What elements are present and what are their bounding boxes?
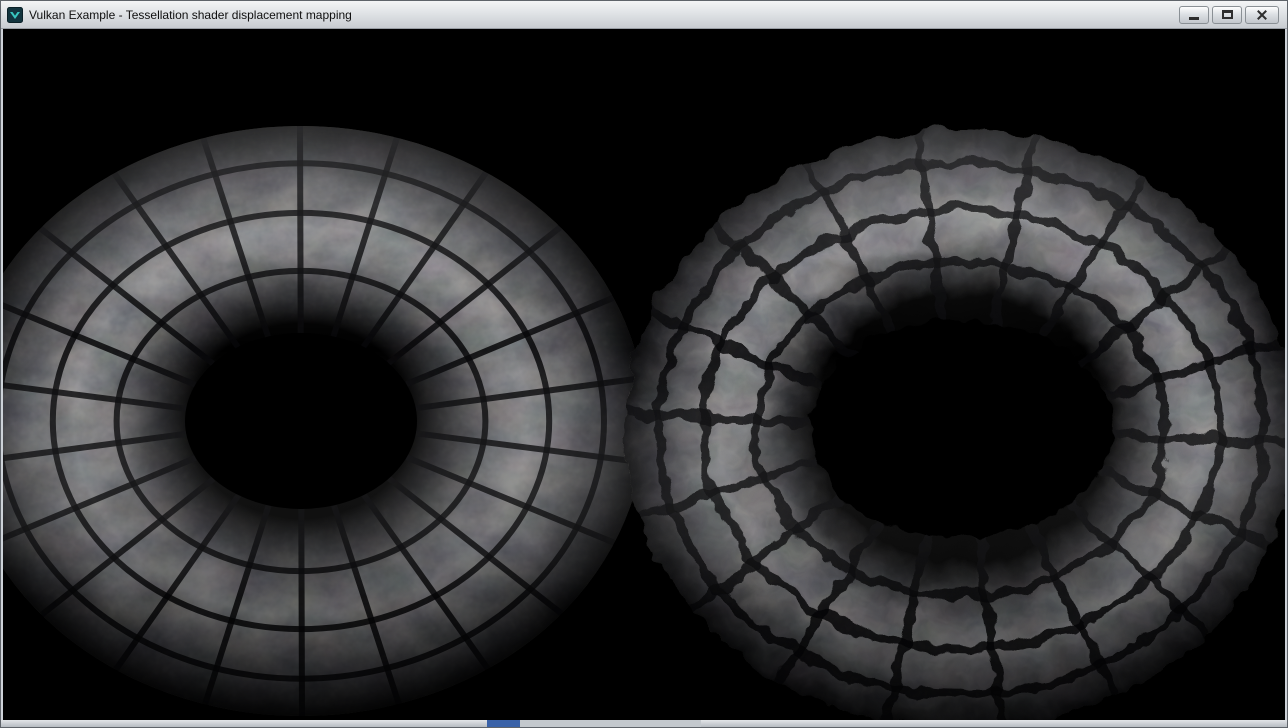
- window-controls: [1179, 6, 1281, 24]
- minimize-button[interactable]: [1179, 6, 1209, 24]
- vulkan-example-window: Vulkan Example - Tessellation shader dis…: [0, 0, 1288, 728]
- minimize-icon: [1189, 17, 1199, 20]
- right-torus-hole: [811, 319, 1111, 539]
- close-button[interactable]: [1245, 6, 1279, 24]
- maximize-icon: [1222, 10, 1233, 19]
- close-icon: [1256, 9, 1268, 21]
- bottom-border: [1, 720, 1287, 727]
- right-torus: [625, 129, 1285, 720]
- left-torus-hole: [185, 333, 417, 509]
- window-icon[interactable]: [7, 7, 23, 23]
- taskbar-fragment-gray: [520, 720, 701, 727]
- render-viewport[interactable]: [3, 29, 1285, 720]
- window-title: Vulkan Example - Tessellation shader dis…: [29, 8, 352, 22]
- maximize-button[interactable]: [1212, 6, 1242, 24]
- taskbar-fragment: [487, 720, 520, 727]
- title-bar[interactable]: Vulkan Example - Tessellation shader dis…: [1, 1, 1287, 29]
- window-frame: [1, 29, 1287, 720]
